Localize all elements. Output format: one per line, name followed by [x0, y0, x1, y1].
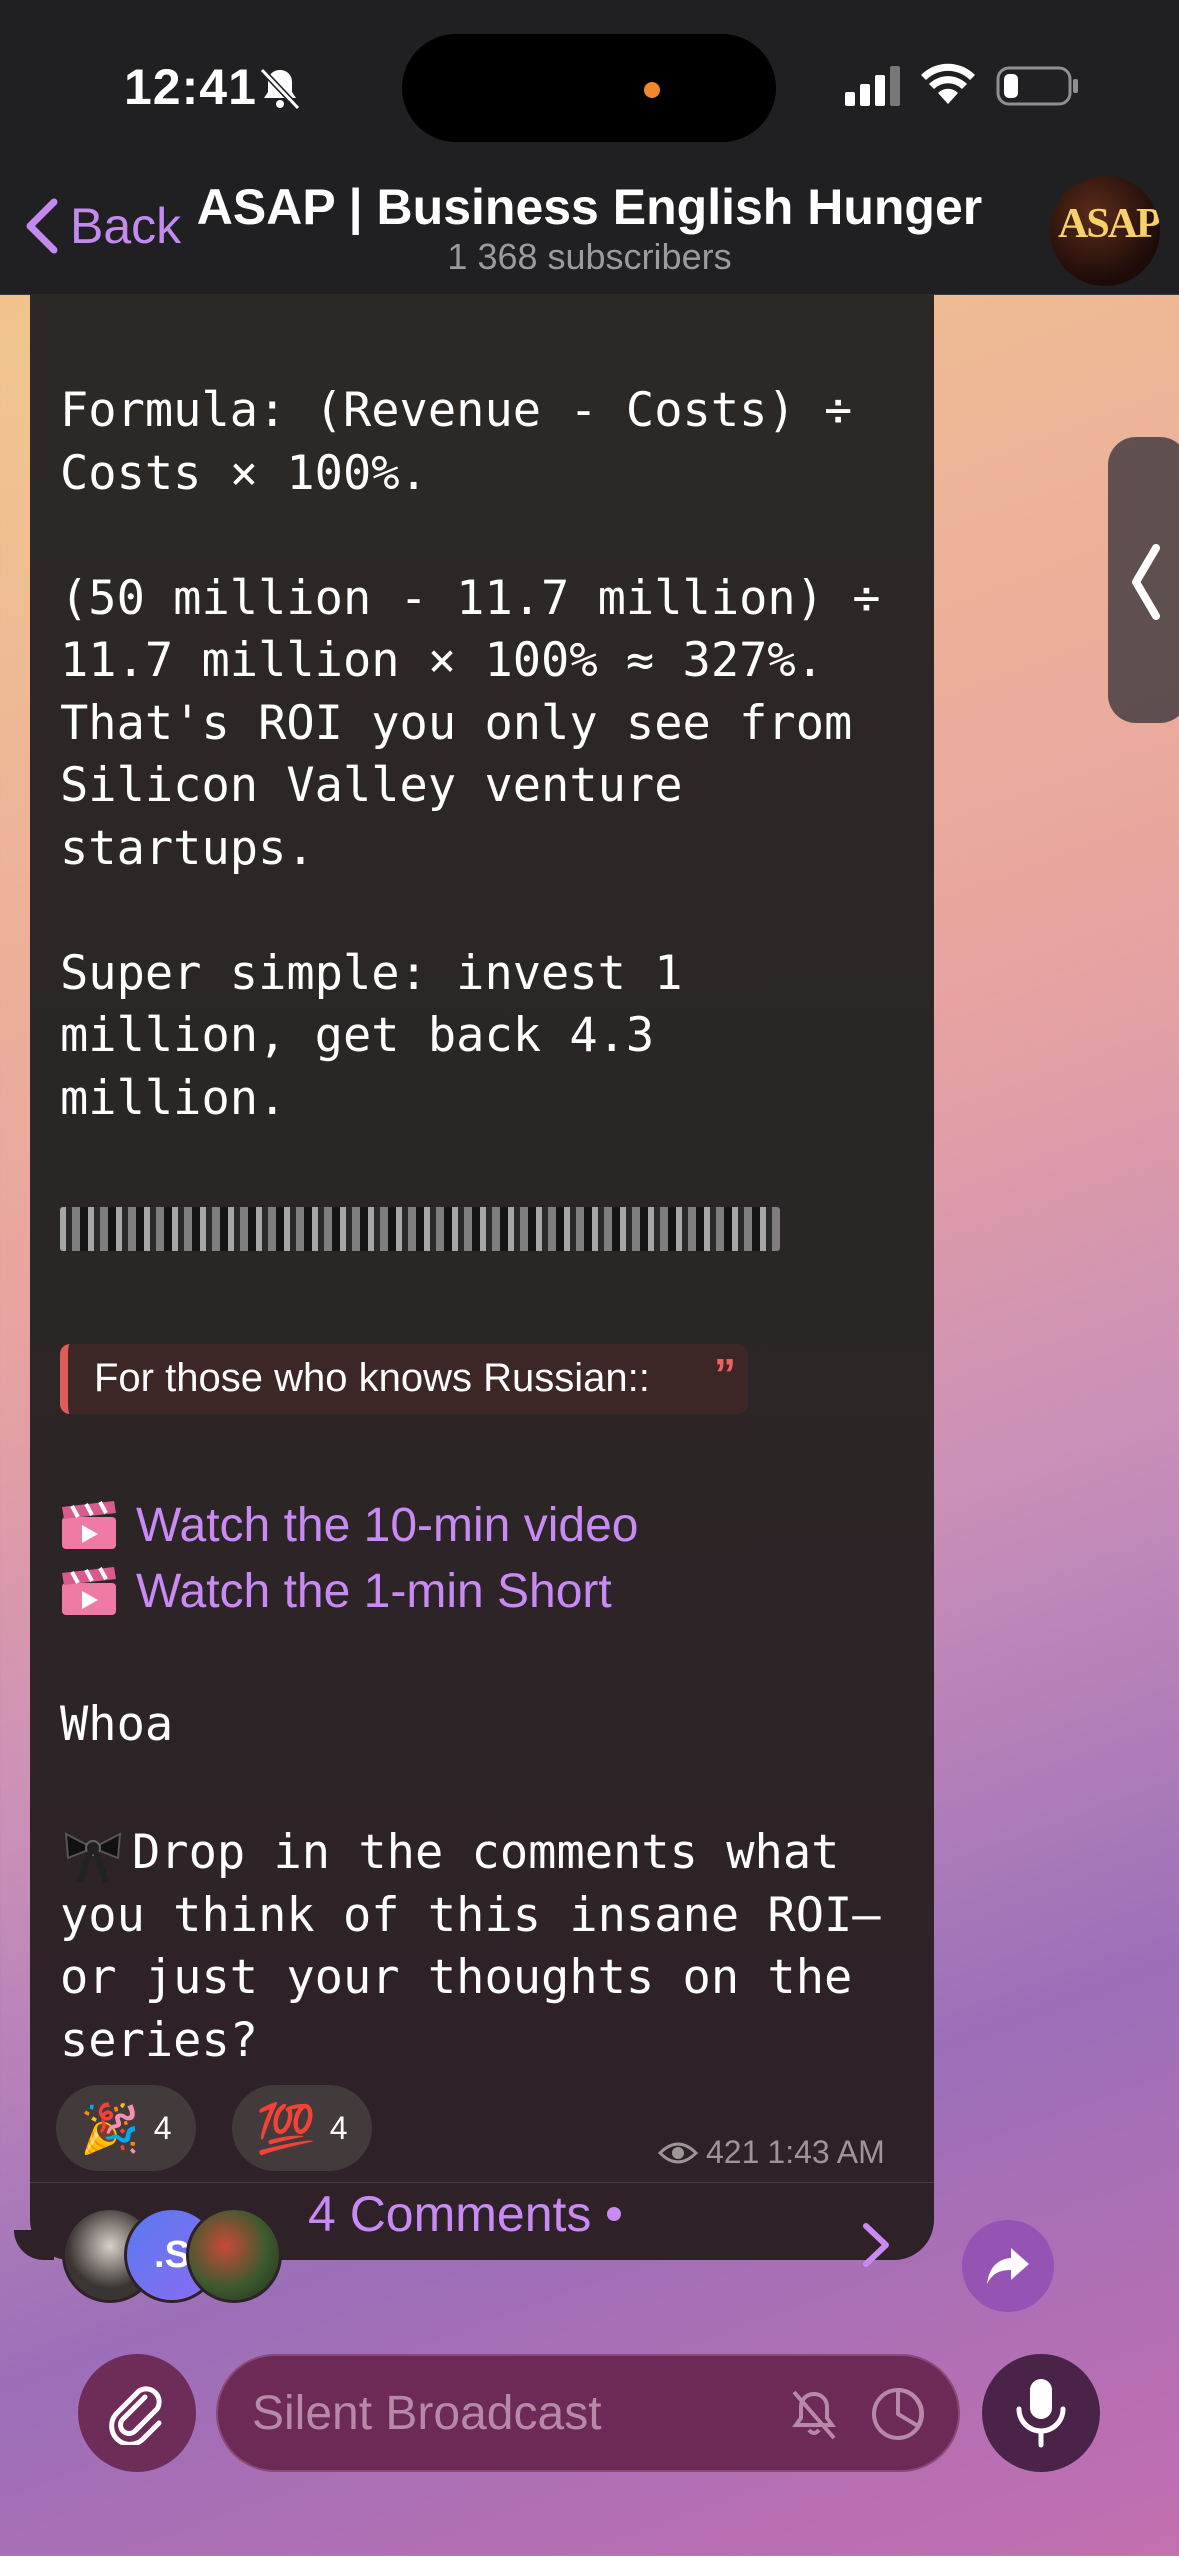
side-panel-handle[interactable] — [1108, 437, 1179, 723]
clapperboard-icon — [62, 1500, 116, 1549]
share-button[interactable] — [962, 2220, 1054, 2312]
quote-text: For those who knows Russian:: — [94, 1356, 650, 1400]
quote-mark-icon: ” — [714, 1350, 736, 1399]
bubble-tail — [14, 2230, 54, 2260]
view-count: 421 — [706, 2134, 760, 2170]
comments-label: 4 Comments — [308, 2186, 592, 2242]
party-popper-icon: 🎉 — [80, 2102, 140, 2156]
reaction-party[interactable]: 🎉 4 — [56, 2085, 196, 2171]
recording-dot-icon — [644, 82, 660, 98]
battery-icon — [996, 66, 1078, 106]
blockquote[interactable]: For those who knows Russian:: ” — [60, 1344, 748, 1414]
microphone-icon — [1016, 2379, 1066, 2448]
bell-muted-icon[interactable] — [784, 2384, 844, 2444]
hundred-points-icon: 💯 — [256, 2102, 316, 2156]
paperclip-icon — [109, 2386, 162, 2445]
clapperboard-icon — [62, 1566, 116, 1615]
status-bar: 12:41 — [0, 0, 1179, 160]
channel-title[interactable]: ASAP | Business English Hunger — [0, 178, 1179, 236]
dynamic-island — [402, 34, 776, 142]
message-input[interactable]: Silent Broadcast — [216, 2354, 960, 2472]
timer-icon[interactable] — [868, 2384, 928, 2444]
status-time: 12:41 — [124, 59, 257, 115]
bell-muted-icon — [259, 67, 301, 111]
link-label: Watch the 1-min Short — [136, 1565, 612, 1618]
chevron-right-icon[interactable] — [858, 2222, 894, 2268]
wifi-icon — [921, 63, 975, 104]
lace-divider-image — [60, 1207, 780, 1251]
unread-dot-icon — [607, 2207, 622, 2221]
message-time: 1:43 AM — [767, 2134, 885, 2170]
message-meta: 421 1:43 AM — [658, 2134, 885, 2171]
link-watch-video[interactable]: Watch the 10-min video — [60, 1498, 638, 1553]
message-bubble: Formula: (Revenue - Costs) ÷ Costs × 100… — [30, 294, 934, 2260]
reaction-hundred[interactable]: 💯 4 — [232, 2085, 372, 2171]
eye-icon — [658, 2142, 698, 2163]
chevron-left-icon — [1132, 544, 1160, 620]
subscriber-count: 1 368 subscribers — [447, 236, 732, 277]
share-arrow-icon — [987, 2248, 1029, 2284]
message-whoa-text: Whoa — [60, 1697, 174, 1752]
link-watch-short[interactable]: Watch the 1-min Short — [60, 1564, 612, 1619]
commenter-initial: .S — [154, 2233, 190, 2276]
attach-button[interactable] — [78, 2354, 196, 2472]
reaction-count: 4 — [153, 2109, 172, 2146]
message-formula-text: Formula: (Revenue - Costs) ÷ Costs × 100… — [60, 383, 881, 1126]
message-closing-text: Drop in the comments what you think of t… — [60, 1825, 881, 2068]
cellular-signal-icon — [845, 66, 900, 106]
channel-avatar-logo: ASAP — [1058, 201, 1160, 247]
input-placeholder: Silent Broadcast — [252, 2387, 602, 2440]
link-label: Watch the 10-min video — [136, 1499, 639, 1552]
channel-avatar[interactable]: ASAP — [1050, 176, 1160, 286]
commenter-avatar — [186, 2207, 282, 2303]
microphone-button[interactable] — [982, 2354, 1100, 2472]
reaction-count: 4 — [329, 2109, 348, 2146]
